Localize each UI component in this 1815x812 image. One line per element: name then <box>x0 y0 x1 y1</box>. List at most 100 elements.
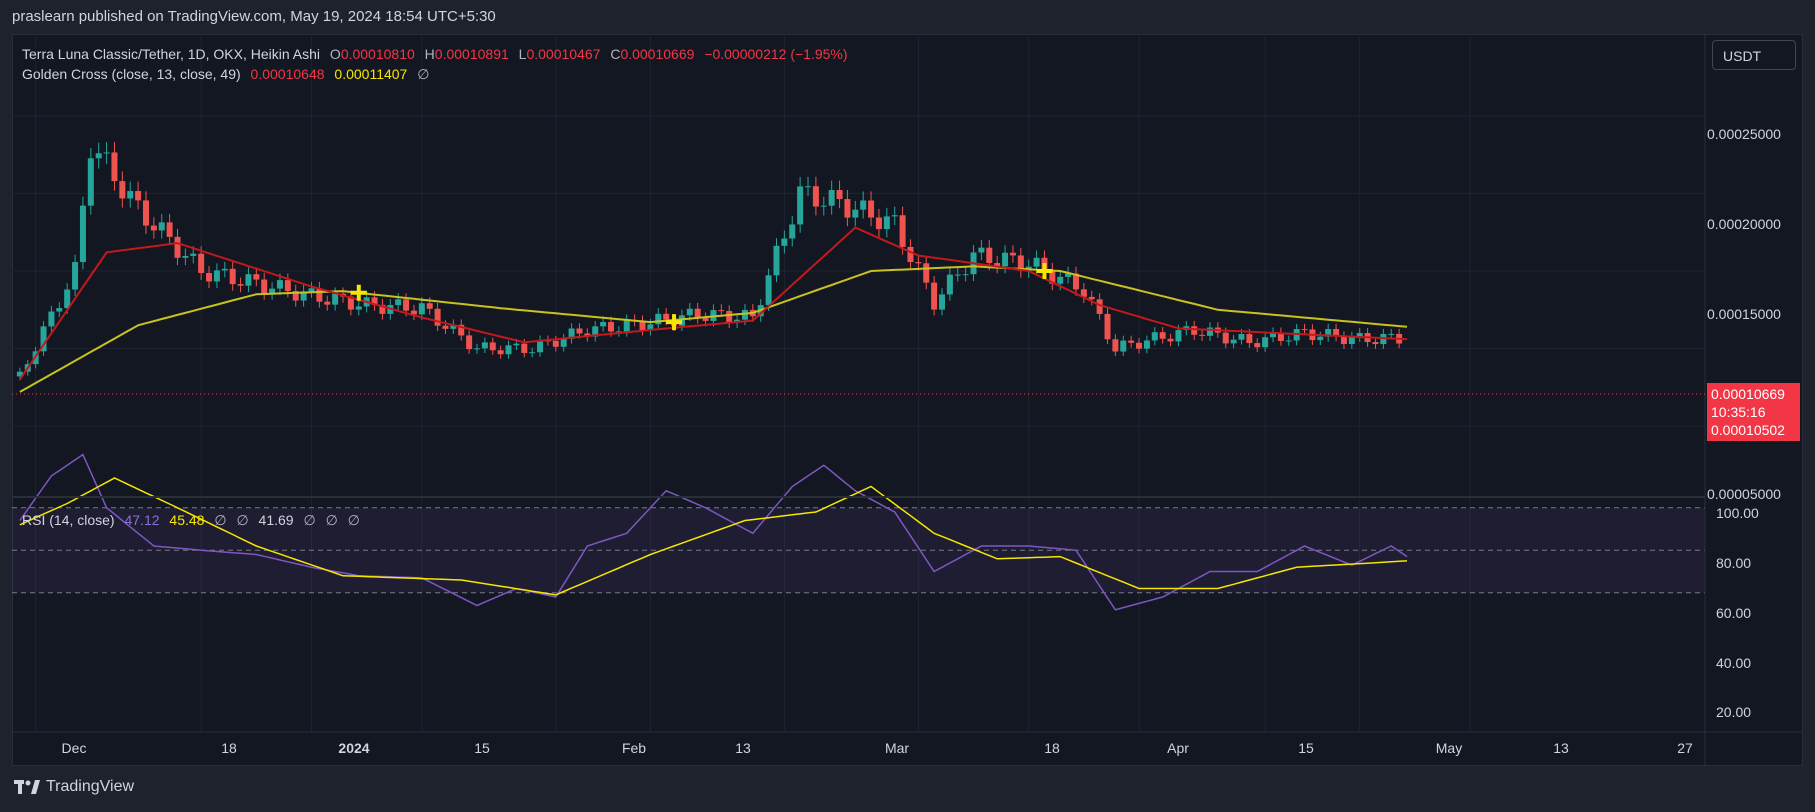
candle-body <box>1002 252 1009 267</box>
ma-slow-value: 0.00011407 <box>334 66 408 82</box>
candle-body <box>166 222 173 237</box>
candle-body <box>1057 276 1064 284</box>
rsi-value-3: 41.69 <box>258 512 294 528</box>
price-axis-label: 0.00020000 <box>1707 216 1781 232</box>
candle-body <box>395 299 402 306</box>
empty-icon: ∅ <box>214 512 227 528</box>
brand-name: TradingView <box>46 778 135 795</box>
candle-body <box>986 247 993 264</box>
candle-body <box>954 274 961 276</box>
time-axis-label: 13 <box>735 740 751 756</box>
candle-body <box>812 186 819 207</box>
candle-body <box>781 238 788 246</box>
candle-body <box>95 153 102 159</box>
candle-body <box>87 158 94 206</box>
candle-body <box>174 236 181 258</box>
price-axis-label: 0.00015000 <box>1707 306 1781 322</box>
chart-plot[interactable] <box>12 34 1803 766</box>
candle-body <box>962 274 969 276</box>
candle-body <box>694 308 701 319</box>
candle-body <box>1285 340 1292 342</box>
candle-body <box>103 152 110 154</box>
rsi-title[interactable]: RSI (14, close) <box>22 512 115 528</box>
candle-body <box>978 247 985 253</box>
candle-body <box>765 275 772 306</box>
ma-fast-value: 0.00010648 <box>250 66 325 82</box>
candle-body <box>308 288 315 292</box>
time-axis-label: 18 <box>1044 740 1060 756</box>
low-value: 0.00010467 <box>526 46 601 62</box>
candle-body <box>939 294 945 310</box>
candle-body <box>907 246 914 263</box>
empty-icon: ∅ <box>236 512 249 528</box>
candle-body <box>529 352 536 354</box>
candle-body <box>190 253 197 256</box>
candle-body <box>1136 342 1143 349</box>
empty-icon: ∅ <box>417 66 430 82</box>
candle-body <box>931 282 938 310</box>
candle-body <box>142 200 149 226</box>
candle-body <box>1246 334 1253 344</box>
candle-body <box>1230 339 1237 344</box>
empty-icon: ∅ <box>347 512 360 528</box>
time-axis-label: 18 <box>221 740 237 756</box>
candle-body <box>127 191 134 199</box>
bar-countdown: 10:35:16 <box>1711 404 1766 420</box>
time-axis-label: Feb <box>621 740 647 756</box>
candle-body <box>332 293 339 305</box>
candle-body <box>1143 340 1150 349</box>
candle-body <box>1009 252 1016 256</box>
price-axis-label: 0.00025000 <box>1707 126 1781 142</box>
publish-text: praslearn published on TradingView.com, … <box>12 8 496 25</box>
candle-body <box>111 152 118 182</box>
rsi-legend: RSI (14, close) 47.12 45.48 ∅ ∅ 41.69 ∅ … <box>22 512 366 529</box>
candle-body <box>1033 257 1040 267</box>
candle-body <box>875 217 882 230</box>
candle-body <box>426 303 433 309</box>
candle-body <box>1104 313 1111 340</box>
candle-body <box>324 301 331 305</box>
publish-header: praslearn published on TradingView.com, … <box>0 0 1815 34</box>
rsi-ma-value: 45.48 <box>169 512 205 528</box>
footer-brand[interactable]: TradingView <box>14 778 134 796</box>
candle-body <box>1372 342 1379 345</box>
time-axis-label: May <box>1435 740 1463 756</box>
current-price-tag: 0.00010669 10:35:16 0.00010502 <box>1707 383 1800 441</box>
open-label: O <box>329 46 341 62</box>
currency-unit-button[interactable]: USDT <box>1712 40 1796 70</box>
candle-body <box>773 245 780 276</box>
candle-body <box>182 255 189 258</box>
candle-body <box>276 280 283 289</box>
rsi-value: 47.12 <box>124 512 160 528</box>
candle-body <box>741 309 748 320</box>
candle-body <box>198 253 205 273</box>
candle-body <box>1112 339 1119 352</box>
candle-body <box>1175 330 1182 342</box>
symbol-title[interactable]: Terra Luna Classic/Tether, 1D, OKX, Heik… <box>22 46 320 62</box>
high-value: 0.00010891 <box>434 46 509 62</box>
candle-body <box>261 279 268 294</box>
candle-body <box>1301 329 1308 331</box>
price-axis-label: 0.00005000 <box>1707 486 1781 502</box>
grid-lines <box>12 34 1705 732</box>
candle-body <box>686 308 693 316</box>
candle-body <box>1199 334 1206 336</box>
candle-body <box>135 191 142 201</box>
time-axis-label: 15 <box>474 740 490 756</box>
candle-body <box>1167 338 1174 342</box>
candle-body <box>797 186 804 225</box>
rsi-axis-label: 60.00 <box>1716 605 1752 621</box>
candle-body <box>489 342 496 351</box>
candle-body <box>828 190 835 206</box>
candle-body <box>891 215 898 217</box>
candle-body <box>1238 334 1245 340</box>
candle-body <box>434 308 441 326</box>
indicator-title[interactable]: Golden Cross (close, 13, close, 49) <box>22 66 241 82</box>
candle-body <box>355 306 362 310</box>
time-axis-label: 2024 <box>338 740 370 756</box>
candle-body <box>442 325 449 329</box>
candle-body <box>158 222 165 231</box>
candle-body <box>844 199 851 218</box>
open-value: 0.00010810 <box>340 46 415 62</box>
candle-body <box>56 308 63 312</box>
